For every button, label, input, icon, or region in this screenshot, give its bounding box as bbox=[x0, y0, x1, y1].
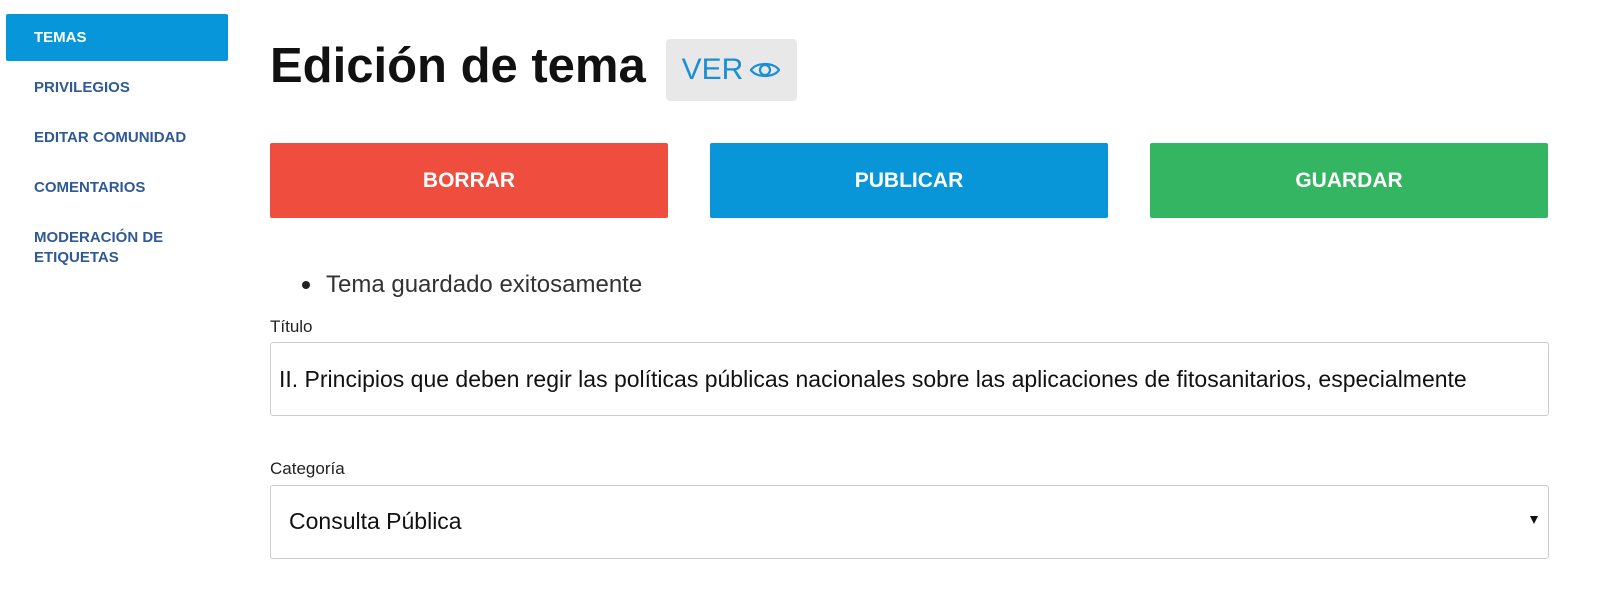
publish-button[interactable]: PUBLICAR bbox=[710, 143, 1108, 218]
success-notice: Tema guardado exitosamente bbox=[301, 268, 642, 302]
save-button[interactable]: GUARDAR bbox=[1150, 143, 1548, 218]
sidebar-item-privilegios[interactable]: PRIVILEGIOS bbox=[6, 78, 228, 111]
sidebar-item-moderacion-etiquetas[interactable]: MODERACIÓN DE ETIQUETAS bbox=[6, 228, 206, 268]
view-button-label: VER bbox=[681, 53, 744, 86]
category-field-label: Categoría bbox=[270, 459, 345, 478]
category-selected-value: Consulta Pública bbox=[289, 508, 462, 534]
topic-edit-page: TEMAS PRIVILEGIOS EDITAR COMUNIDAD COMEN… bbox=[0, 0, 1600, 589]
sidebar-item-label: PRIVILEGIOS bbox=[34, 79, 130, 96]
category-select[interactable]: Consulta Pública bbox=[270, 485, 1549, 559]
delete-button[interactable]: BORRAR bbox=[270, 143, 668, 218]
sidebar-item-label: MODERACIÓN DE ETIQUETAS bbox=[34, 229, 164, 266]
title-field-label: Título bbox=[270, 317, 313, 336]
page-title: Edición de tema bbox=[270, 39, 646, 93]
sidebar-item-label: COMENTARIOS bbox=[34, 179, 146, 196]
sidebar-item-comentarios[interactable]: COMENTARIOS bbox=[6, 178, 228, 211]
admin-sidebar: TEMAS PRIVILEGIOS EDITAR COMUNIDAD COMEN… bbox=[6, 14, 228, 268]
notice-list: Tema guardado exitosamente bbox=[301, 268, 642, 302]
sidebar-item-label: TEMAS bbox=[34, 28, 87, 46]
caret-down-icon bbox=[1530, 516, 1538, 524]
sidebar-item-label: EDITAR COMUNIDAD bbox=[34, 129, 187, 146]
title-input[interactable] bbox=[270, 342, 1549, 416]
eye-icon bbox=[749, 59, 781, 81]
sidebar-item-temas[interactable]: TEMAS bbox=[6, 14, 228, 61]
sidebar-item-editar-comunidad[interactable]: EDITAR COMUNIDAD bbox=[6, 128, 228, 161]
view-button[interactable]: VER bbox=[666, 39, 797, 101]
